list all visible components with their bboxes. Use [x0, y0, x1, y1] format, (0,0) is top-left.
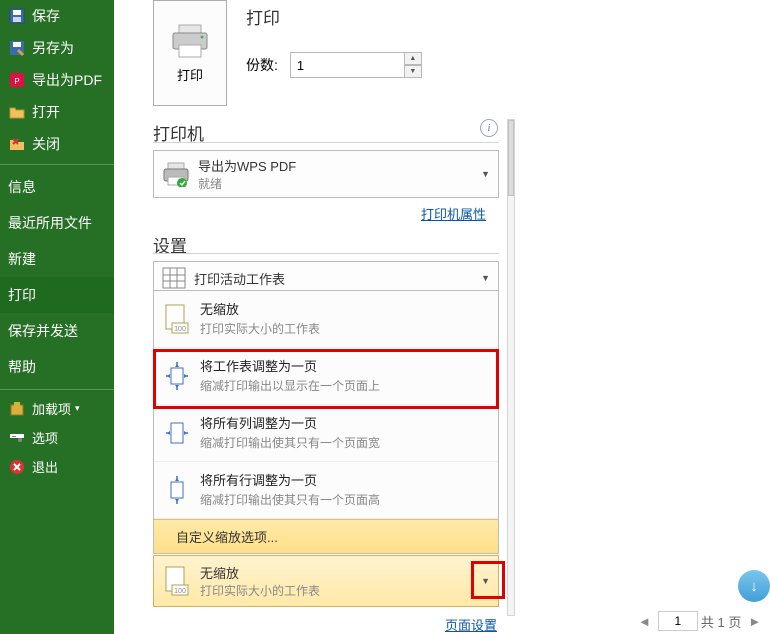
watermark: ↓ 极光下载站 www.xz7.com: [738, 570, 770, 602]
save-as-icon: [8, 39, 26, 57]
options-icon: [8, 429, 26, 447]
spinner-up-icon[interactable]: ▲: [404, 52, 422, 65]
menu-save-as[interactable]: 另存为: [0, 32, 114, 64]
menu-help[interactable]: 帮助: [0, 349, 114, 385]
menu-new[interactable]: 新建: [0, 241, 114, 277]
spinner-down-icon[interactable]: ▼: [404, 65, 422, 78]
printer-status: 就绪: [198, 175, 296, 192]
fit-sheet-title: 将工作表调整为一页: [200, 356, 380, 375]
menu-save-label: 保存: [32, 6, 60, 26]
menu-print[interactable]: 打印: [0, 277, 114, 313]
fit-cols-title: 将所有列调整为一页: [200, 413, 380, 432]
addin-icon: [8, 400, 26, 418]
page-prev-button[interactable]: ◄: [634, 614, 655, 629]
print-button[interactable]: 打印: [153, 0, 227, 106]
menu-export-pdf[interactable]: P 导出为PDF: [0, 64, 114, 96]
menu-divider-2: [0, 389, 114, 390]
menu-exit-label: 退出: [32, 457, 58, 476]
chevron-down-icon: ▼: [481, 576, 490, 586]
scale-option-fit-rows[interactable]: 将所有行调整为一页 缩减打印输出使其只有一个页面高: [154, 462, 498, 519]
info-icon[interactable]: i: [480, 119, 498, 137]
open-icon: [8, 103, 26, 121]
menu-share[interactable]: 保存并发送: [0, 313, 114, 349]
menu-divider: [0, 164, 114, 165]
menu-addins[interactable]: 加载项▾: [0, 394, 114, 423]
page-setup-link[interactable]: 页面设置: [445, 615, 497, 634]
noscale-desc: 打印实际大小的工作表: [200, 320, 320, 337]
scale-dropdown: 100 无缩放 打印实际大小的工作表 将工作表调整为一页 缩减打印输出以显示在一…: [153, 290, 499, 554]
current-scale-desc: 打印实际大小的工作表: [200, 582, 320, 599]
close-icon: [8, 135, 26, 153]
vertical-scrollbar[interactable]: [507, 119, 515, 616]
menu-open-label: 打开: [32, 102, 60, 122]
menu-open[interactable]: 打开: [0, 96, 114, 128]
menu-options[interactable]: 选项: [0, 423, 114, 452]
noscale-title: 无缩放: [200, 299, 320, 318]
svg-text:100: 100: [174, 326, 186, 333]
page-next-button[interactable]: ►: [744, 614, 765, 629]
scale-option-fit-cols[interactable]: 将所有列调整为一页 缩减打印输出使其只有一个页面宽: [154, 405, 498, 462]
save-icon: [8, 7, 26, 25]
noscale-icon: 100: [162, 561, 192, 601]
section-title-print: 打印: [246, 4, 280, 29]
menu-export-pdf-label: 导出为PDF: [32, 70, 102, 90]
print-area-label: 打印活动工作表: [194, 269, 285, 288]
fit-cols-desc: 缩减打印输出使其只有一个页面宽: [200, 434, 380, 451]
chevron-down-icon: ▼: [481, 273, 490, 283]
fit-rows-desc: 缩减打印输出使其只有一个页面高: [200, 491, 380, 508]
menu-addins-label: 加载项: [32, 399, 71, 418]
menu-save-as-label: 另存为: [32, 38, 74, 58]
printer-select[interactable]: 导出为WPS PDF 就绪 ▼: [153, 150, 499, 198]
menu-close-label: 关闭: [32, 134, 60, 154]
pdf-icon: P: [8, 71, 26, 89]
current-scale-title: 无缩放: [200, 563, 320, 582]
fit-cols-icon: [162, 413, 192, 453]
printer-properties-link[interactable]: 打印机属性: [421, 204, 486, 223]
page-total: 共 1 页: [701, 612, 741, 631]
sidebar: 保存 另存为 P 导出为PDF 打开 关闭 信息 最近所用文件 新建 打印 保存…: [0, 0, 114, 634]
printer-icon: [169, 23, 211, 59]
noscale-icon: 100: [162, 299, 192, 339]
copies-spinner[interactable]: ▲▼: [404, 52, 422, 78]
current-scale-select[interactable]: 100 无缩放 打印实际大小的工作表 ▼: [153, 555, 499, 607]
svg-text:P: P: [14, 77, 19, 86]
scrollbar-thumb[interactable]: [508, 120, 514, 196]
copies-input[interactable]: [290, 52, 405, 78]
page-number-input[interactable]: [658, 611, 698, 631]
scale-option-noscale[interactable]: 100 无缩放 打印实际大小的工作表: [154, 291, 498, 348]
worksheet-icon: [162, 267, 186, 289]
page-navigator: ◄ 共 1 页 ►: [634, 611, 765, 631]
menu-options-label: 选项: [32, 428, 58, 447]
scale-option-fit-sheet[interactable]: 将工作表调整为一页 缩减打印输出以显示在一个页面上: [154, 348, 498, 405]
menu-info[interactable]: 信息: [0, 169, 114, 205]
divider-2: [153, 253, 499, 254]
print-button-label: 打印: [177, 65, 203, 84]
menu-exit[interactable]: 退出: [0, 452, 114, 481]
svg-text:100: 100: [174, 588, 186, 595]
fit-sheet-icon: [162, 356, 192, 396]
scale-custom-option[interactable]: 自定义缩放选项...: [154, 519, 498, 553]
printer-name: 导出为WPS PDF: [198, 156, 296, 175]
menu-recent[interactable]: 最近所用文件: [0, 205, 114, 241]
exit-icon: [8, 458, 26, 476]
menu-close[interactable]: 关闭: [0, 128, 114, 160]
printer-device-icon: [162, 161, 190, 187]
download-icon: ↓: [738, 570, 770, 602]
fit-sheet-desc: 缩减打印输出以显示在一个页面上: [200, 377, 380, 394]
divider: [153, 142, 499, 143]
menu-save[interactable]: 保存: [0, 0, 114, 32]
content-area: 打印 打印 份数: ▲▼ 打印机 i 导出为WPS PDF 就绪 ▼ 打印机属性…: [114, 0, 770, 634]
copies-label: 份数:: [246, 55, 278, 75]
fit-rows-title: 将所有行调整为一页: [200, 470, 380, 489]
chevron-down-icon: ▼: [481, 169, 490, 179]
fit-rows-icon: [162, 470, 192, 510]
